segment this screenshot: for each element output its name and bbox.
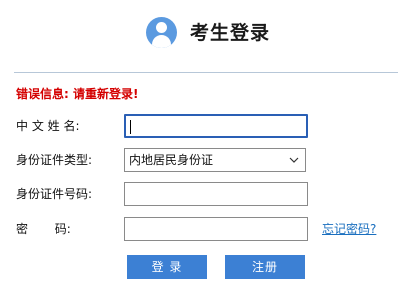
header: 考生登录 (0, 17, 413, 49)
avatar-body (152, 35, 171, 48)
id-number-label: 身份证件号码: (16, 187, 93, 201)
name-input[interactable] (124, 114, 308, 138)
register-button[interactable]: 注册 (225, 255, 305, 279)
password-label: 密 码: (16, 222, 71, 236)
user-avatar-icon (146, 17, 177, 48)
login-button[interactable]: 登 录 (127, 255, 207, 279)
name-label: 中 文 姓 名: (16, 119, 80, 133)
error-message: 错误信息: 请重新登录! (16, 87, 139, 101)
forgot-password-link[interactable]: 忘记密码? (322, 221, 376, 237)
header-divider (14, 72, 398, 73)
chevron-down-icon (289, 157, 299, 163)
password-input[interactable] (124, 217, 308, 241)
avatar-head (156, 22, 167, 33)
page-title: 考生登录 (190, 22, 271, 44)
id-type-selected-value: 内地居民身份证 (129, 153, 214, 167)
id-number-input[interactable] (124, 182, 308, 206)
text-caret (130, 120, 131, 134)
id-type-select[interactable]: 内地居民身份证 (124, 148, 306, 172)
id-type-label: 身份证件类型: (16, 153, 93, 167)
login-page: 考生登录 错误信息: 请重新登录! 中 文 姓 名: 身份证件类型: 内地居民身… (0, 0, 413, 293)
